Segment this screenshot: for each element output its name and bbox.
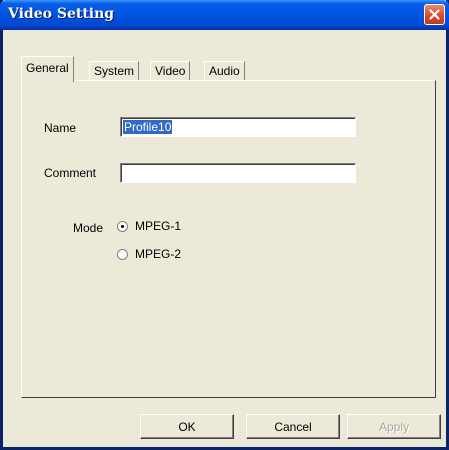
mode-option-label: MPEG-1: [135, 219, 182, 233]
mode-option-label: MPEG-2: [135, 247, 182, 261]
tab-label: System: [94, 64, 135, 78]
radio-checked-icon[interactable]: [117, 220, 128, 232]
comment-field[interactable]: [120, 163, 356, 183]
tab-label: General: [26, 61, 69, 75]
tab-audio[interactable]: Audio: [204, 61, 245, 81]
comment-label: Comment: [44, 166, 97, 180]
tab-video[interactable]: Video: [150, 61, 191, 81]
tab-general[interactable]: General: [21, 56, 74, 82]
tab-label: Audio: [209, 64, 240, 78]
tab-system[interactable]: System: [89, 61, 140, 81]
name-label: Name: [44, 121, 77, 135]
radio-unchecked-icon[interactable]: [117, 248, 128, 260]
apply-button[interactable]: Apply: [347, 414, 441, 439]
mode-option-mpeg1[interactable]: MPEG-1: [117, 219, 181, 233]
cancel-button[interactable]: Cancel: [246, 414, 340, 439]
title-bar[interactable]: Video Setting: [0, 0, 449, 30]
window-title: Video Setting: [8, 6, 115, 22]
tab-panel-general: Name Profile10 Comment Mode MPEG-1 MPEG-…: [21, 80, 436, 398]
close-button[interactable]: [424, 4, 445, 25]
close-icon: [429, 9, 440, 20]
mode-label: Mode: [73, 221, 104, 235]
tab-label: Video: [155, 64, 186, 78]
mode-option-mpeg2[interactable]: MPEG-2: [117, 247, 181, 261]
name-field[interactable]: Profile10: [120, 117, 356, 137]
name-value: Profile10: [123, 120, 173, 134]
ok-button[interactable]: OK: [140, 414, 234, 439]
